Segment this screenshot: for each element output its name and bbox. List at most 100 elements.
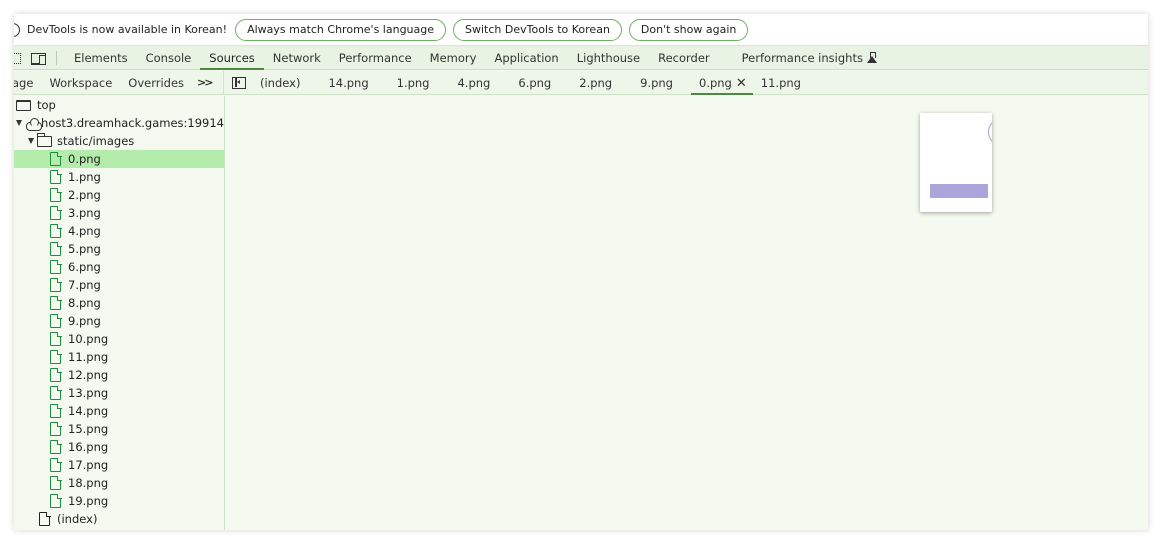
editor-tab-11-png[interactable]: 11.png [753,71,815,95]
tab-page[interactable]: age [14,76,41,90]
tree-item-top[interactable]: top [14,96,224,114]
tree-item-file[interactable]: 11.png [14,348,224,366]
tab-console[interactable]: Console [137,46,201,70]
image-bar-shape [930,184,988,198]
editor-tab-strip: (index) 14.png 1.png 4.png 6.png 2.png 9… [256,71,815,95]
toggle-navigator-icon[interactable] [232,76,246,89]
tree-item-file[interactable]: 3.png [14,204,224,222]
image-file-icon [50,349,62,364]
tree-item-file[interactable]: 18.png [14,474,224,492]
document-icon [39,511,51,526]
expand-triangle-icon[interactable] [28,138,34,144]
tree-label: 13.png [68,386,109,400]
image-file-icon [50,241,62,256]
expand-triangle-icon[interactable] [16,120,22,126]
tab-lighthouse[interactable]: Lighthouse [568,46,649,70]
tree-label: 14.png [68,404,109,418]
editor-tab-index[interactable]: (index) [256,71,314,95]
tree-label: 2.png [68,188,101,202]
editor-tab-1-png[interactable]: 1.png [383,71,444,95]
tree-item-file[interactable]: 9.png [14,312,224,330]
editor-tab-9-png[interactable]: 9.png [626,71,687,95]
tab-performance[interactable]: Performance [330,46,421,70]
tab-application[interactable]: Application [485,46,567,70]
file-list: 0.png 1.png 2.png 3.png 4.png 5.png 6.png 7.png… [14,150,224,510]
editor-tab-6-png[interactable]: 6.png [504,71,565,95]
image-circle-shape [988,119,992,145]
tree-label: 4.png [68,224,101,238]
editor-tab-0-png-label: 0.png [699,75,732,90]
editor-tab-2-png[interactable]: 2.png [565,71,626,95]
tab-network[interactable]: Network [264,46,330,70]
tab-sources[interactable]: Sources [200,46,264,70]
editor-tab-14-png[interactable]: 14.png [314,71,382,95]
tree-label: host3.dreamhack.games:19914 [41,116,224,130]
tree-item-host[interactable]: host3.dreamhack.games:19914 [14,114,224,132]
more-options-icon[interactable] [222,75,223,91]
tree-item-file[interactable]: 0.png [14,150,224,168]
tree-label: (index) [57,512,98,526]
image-file-icon [50,277,62,292]
tree-item-file[interactable]: 13.png [14,384,224,402]
tree-item-file[interactable]: 4.png [14,222,224,240]
tree-item-file[interactable]: 6.png [14,258,224,276]
tree-item-file[interactable]: 2.png [14,186,224,204]
tree-item-file[interactable]: 17.png [14,456,224,474]
devtools-window: DevTools is now available in Korean! Alw… [14,14,1148,530]
editor-tab-0-png[interactable]: 0.png ✕ [691,71,753,95]
info-icon [14,21,22,39]
frame-icon [16,99,31,111]
navigator-tab-strip: age Workspace Overrides >> [14,70,224,95]
tree-item-file[interactable]: 10.png [14,330,224,348]
image-file-icon [50,169,62,184]
tree-item-file[interactable]: 1.png [14,168,224,186]
tree-item-index[interactable]: (index) [14,510,224,528]
close-tab-icon[interactable]: ✕ [736,76,747,91]
tab-separator [56,50,57,65]
file-navigator-tree: top host3.dreamhack.games:19914 static/i… [14,96,225,530]
tree-item-file[interactable]: 7.png [14,276,224,294]
image-file-icon [50,187,62,202]
tree-label: top [37,98,56,112]
tab-overrides[interactable]: Overrides [120,76,192,90]
tree-item-file[interactable]: 15.png [14,420,224,438]
folder-icon [36,132,52,147]
switch-to-korean-button[interactable]: Switch DevTools to Korean [453,18,622,41]
experiment-flask-icon [866,51,877,63]
infobar-message: DevTools is now available in Korean! [27,23,228,36]
tree-item-file[interactable]: 12.png [14,366,224,384]
tab-elements[interactable]: Elements [65,46,137,70]
more-tabs-chevron-icon[interactable]: >> [192,76,216,89]
tab-recorder[interactable]: Recorder [649,46,719,70]
main-tab-strip: Elements Console Sources Network Perform… [14,46,1148,70]
match-chrome-language-button[interactable]: Always match Chrome's language [235,18,447,41]
tree-item-file[interactable]: 14.png [14,402,224,420]
tab-memory[interactable]: Memory [421,46,486,70]
tree-item-file[interactable]: 8.png [14,294,224,312]
device-toolbar-icon[interactable] [30,51,48,65]
tree-item-folder[interactable]: static/images [14,132,224,150]
sources-toolbar: age Workspace Overrides >> (index) 14.pn… [14,70,1148,95]
image-file-icon [50,493,62,508]
image-file-icon [50,331,62,346]
tree-label: 18.png [68,476,109,490]
image-file-icon [50,205,62,220]
tree-label: 15.png [68,422,109,436]
dont-show-again-button[interactable]: Don't show again [628,18,749,41]
inspect-element-icon[interactable] [14,50,22,66]
tree-label: 16.png [68,440,109,454]
tree-label: 7.png [68,278,101,292]
image-file-icon [50,439,62,454]
tree-item-file[interactable]: 5.png [14,240,224,258]
tab-workspace[interactable]: Workspace [41,76,120,90]
tree-label: 3.png [68,206,101,220]
image-file-icon [50,151,62,166]
image-file-icon [50,421,62,436]
tree-label: 19.png [68,494,109,508]
editor-tab-4-png[interactable]: 4.png [444,71,505,95]
image-file-icon [50,223,62,238]
tab-performance-insights[interactable]: Performance insights [733,46,886,70]
tree-item-file[interactable]: 16.png [14,438,224,456]
tree-item-file[interactable]: 19.png [14,492,224,510]
image-file-icon [50,457,62,472]
